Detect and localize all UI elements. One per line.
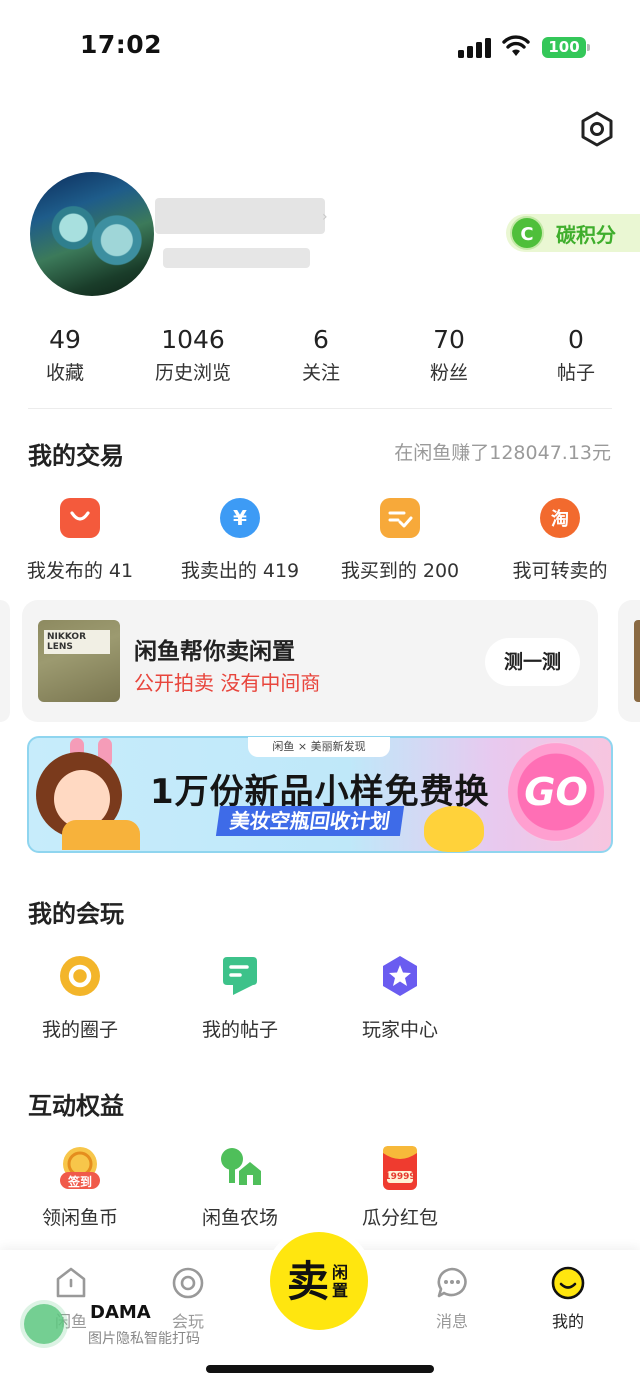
divider xyxy=(28,408,612,409)
chat-bubble-icon xyxy=(435,1266,469,1300)
post-icon xyxy=(219,955,261,997)
star-badge-icon xyxy=(379,955,421,997)
estimate-button[interactable]: 测一测 xyxy=(485,638,580,686)
stat-value: 6 xyxy=(313,325,329,354)
coin-signin-icon: 签到 xyxy=(57,1145,103,1191)
signin-badge: 签到 xyxy=(67,1175,92,1189)
banner-brand-label: 闲鱼 × 美丽新发现 xyxy=(248,737,390,757)
home-icon xyxy=(54,1266,88,1300)
rights-label: 闲鱼农场 xyxy=(201,1207,278,1229)
carbon-points-button[interactable]: C 碳积分 xyxy=(506,214,640,252)
play-label: 玩家中心 xyxy=(361,1019,438,1041)
action-label: 我可转卖的 xyxy=(512,560,608,582)
banner-chick-icon xyxy=(424,806,484,852)
play-label: 我的圈子 xyxy=(41,1019,118,1041)
tab-messages[interactable]: 消息 xyxy=(397,1266,507,1332)
stat-label: 历史浏览 xyxy=(154,362,231,384)
taobao-icon: 淘 xyxy=(540,498,580,538)
stat-history[interactable]: 1046 历史浏览 xyxy=(129,324,257,385)
bag-icon xyxy=(60,498,100,538)
banner-go-button[interactable]: GO xyxy=(508,742,604,842)
section-title-trade: 我的交易 xyxy=(28,442,124,470)
tab-mine[interactable]: 我的 xyxy=(513,1266,623,1332)
sell-fab-sub-2: 置 xyxy=(332,1281,349,1300)
watermark-logo xyxy=(24,1304,64,1344)
watermark-title: DAMA xyxy=(90,1302,151,1323)
sell-fab-sub-1: 闲 xyxy=(332,1263,349,1282)
status-time: 17:02 xyxy=(80,30,163,59)
avatar[interactable] xyxy=(30,172,154,296)
stat-label: 收藏 xyxy=(45,362,84,384)
sell-card-title: 闲鱼帮你卖闲置 xyxy=(134,639,295,665)
carousel-prev-card[interactable] xyxy=(0,600,10,722)
action-label: 我卖出的 419 xyxy=(180,560,300,582)
action-label: 我发布的 41 xyxy=(26,560,134,582)
stat-value: 1046 xyxy=(161,325,225,354)
settings-hexagon-icon[interactable] xyxy=(578,110,616,148)
product-thumbnail: NIKKOR LENS xyxy=(38,620,120,702)
action-resellable[interactable]: 淘 我可转卖的 xyxy=(480,498,640,583)
section-title-rights: 互动权益 xyxy=(28,1092,124,1120)
section-title-play: 我的会玩 xyxy=(28,900,124,928)
action-my-published[interactable]: 我发布的 41 xyxy=(0,498,160,583)
carbon-points-label: 碳积分 xyxy=(556,222,616,247)
stat-posts[interactable]: 0 帖子 xyxy=(512,324,640,385)
play-my-posts[interactable]: 我的帖子 xyxy=(160,955,320,1042)
chevron-right-icon: › xyxy=(322,209,328,225)
rights-farm[interactable]: 闲鱼农场 xyxy=(160,1145,320,1230)
tab-label: 我的 xyxy=(551,1312,584,1331)
play-ring-icon xyxy=(171,1266,205,1300)
wifi-icon xyxy=(501,34,531,62)
stat-value: 49 xyxy=(49,325,81,354)
circle-ring-icon xyxy=(59,955,101,997)
battery-icon: 100 xyxy=(542,37,586,58)
farm-icon xyxy=(217,1145,263,1191)
stat-label: 帖子 xyxy=(556,362,595,384)
action-my-sold[interactable]: ¥ 我卖出的 419 xyxy=(160,498,320,583)
red-packet-amount: 19999 xyxy=(384,1172,416,1182)
smiley-icon xyxy=(551,1266,585,1300)
sell-fab-label: 卖 xyxy=(287,1257,330,1306)
signal-icon xyxy=(458,38,491,58)
stat-label: 关注 xyxy=(301,362,340,384)
action-my-bought[interactable]: 我买到的 200 xyxy=(320,498,480,583)
rights-red-packet[interactable]: 19999 瓜分红包 xyxy=(320,1145,480,1230)
banner-subline: 美妆空瓶回收计划 xyxy=(215,806,405,836)
thumbnail-tag: NIKKOR LENS xyxy=(44,630,110,654)
carbon-leaf-icon: C xyxy=(510,216,544,250)
stat-following[interactable]: 6 关注 xyxy=(257,324,385,385)
stat-value: 70 xyxy=(433,325,465,354)
battery-tip xyxy=(587,44,590,51)
rights-label: 领闲鱼币 xyxy=(41,1207,118,1229)
sell-card-subtitle: 公开拍卖 没有中间商 xyxy=(134,671,321,695)
play-label: 我的帖子 xyxy=(201,1019,278,1041)
play-player-center[interactable]: 玩家中心 xyxy=(320,955,480,1042)
action-label: 我买到的 200 xyxy=(340,560,460,582)
stat-fans[interactable]: 70 粉丝 xyxy=(385,324,513,385)
stat-favorites[interactable]: 49 收藏 xyxy=(1,324,129,385)
rights-label: 瓜分红包 xyxy=(361,1207,438,1229)
red-packet-icon: 19999 xyxy=(377,1145,423,1191)
user-subtitle-redacted xyxy=(163,248,310,268)
username-redacted[interactable] xyxy=(155,198,325,234)
watermark-subtitle: 图片隐私智能打码 xyxy=(88,1331,200,1347)
tab-label: 消息 xyxy=(435,1312,468,1331)
rights-claim-coins[interactable]: 签到 领闲鱼币 xyxy=(0,1145,160,1230)
stat-label: 粉丝 xyxy=(429,362,468,384)
next-card-thumbnail xyxy=(634,620,640,702)
home-indicator[interactable] xyxy=(206,1365,434,1373)
yen-icon: ¥ xyxy=(220,498,260,538)
banner-girl-dress xyxy=(62,820,140,850)
stat-value: 0 xyxy=(568,325,584,354)
earned-amount[interactable]: 在闲鱼赚了128047.13元 xyxy=(394,438,611,465)
receipt-icon xyxy=(380,498,420,538)
play-my-circles[interactable]: 我的圈子 xyxy=(0,955,160,1042)
